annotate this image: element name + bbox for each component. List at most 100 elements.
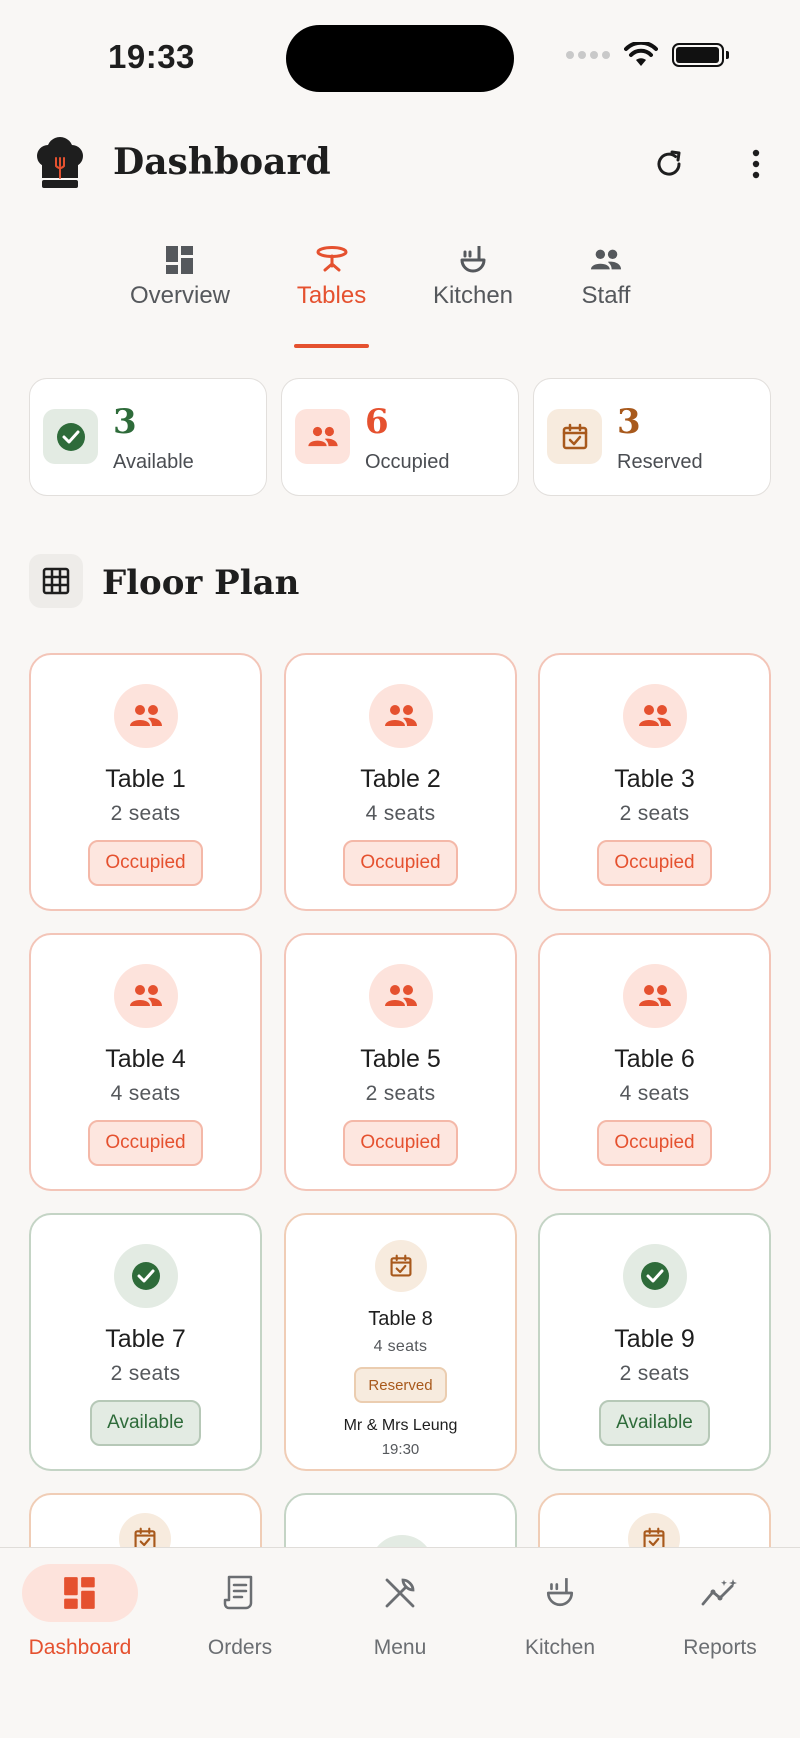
summary-label: Occupied bbox=[365, 451, 450, 473]
nav-kitchen[interactable]: Kitchen bbox=[480, 1548, 640, 1688]
people-icon bbox=[295, 409, 350, 464]
table-seats: 2 seats bbox=[365, 1082, 436, 1105]
nav-label: Menu bbox=[373, 1636, 427, 1659]
people-icon bbox=[368, 684, 433, 748]
wifi-icon bbox=[624, 42, 658, 66]
summary-count: 3 bbox=[617, 402, 641, 442]
reservation-guest: Mr & Mrs Leung bbox=[343, 1417, 458, 1434]
people-icon bbox=[622, 684, 687, 748]
bottom-nav: Dashboard Orders Menu Kitchen Reports bbox=[0, 1547, 800, 1738]
people-icon bbox=[368, 964, 433, 1028]
status-time: 19:33 bbox=[108, 38, 195, 75]
summary-card-reserved: 3 Reserved bbox=[533, 378, 771, 496]
table-card-5[interactable]: Table 5 2 seats Occupied bbox=[284, 933, 517, 1191]
table-card-8[interactable]: Table 8 4 seats Reserved Mr & Mrs Leung … bbox=[284, 1213, 517, 1471]
calendar-check-icon bbox=[374, 1240, 427, 1292]
people-icon bbox=[590, 244, 622, 276]
table-seats: 2 seats bbox=[619, 1362, 690, 1385]
table-seats: 4 seats bbox=[110, 1082, 181, 1105]
table-seats: 4 seats bbox=[619, 1082, 690, 1105]
status-badge: Occupied bbox=[343, 840, 458, 886]
tab-staff[interactable]: Staff bbox=[566, 244, 646, 348]
status-badge: Available bbox=[599, 1400, 710, 1446]
tab-label: Staff bbox=[581, 282, 631, 309]
tab-tables[interactable]: Tables bbox=[280, 244, 383, 348]
table-name: Table 8 bbox=[368, 1308, 433, 1330]
reservation-time: 19:30 bbox=[381, 1441, 420, 1458]
page-title: Dashboard bbox=[113, 141, 331, 183]
table-card-9[interactable]: Table 9 2 seats Available bbox=[538, 1213, 771, 1471]
status-badge: Occupied bbox=[597, 840, 712, 886]
dashboard-grid-icon bbox=[164, 244, 196, 276]
table-card-3[interactable]: Table 3 2 seats Occupied bbox=[538, 653, 771, 911]
status-badge: Available bbox=[90, 1400, 201, 1446]
table-name: Table 9 bbox=[614, 1325, 695, 1353]
ladle-icon bbox=[502, 1564, 618, 1622]
people-icon bbox=[113, 684, 178, 748]
people-icon bbox=[113, 964, 178, 1028]
check-circle-icon bbox=[622, 1244, 687, 1308]
table-card-4[interactable]: Table 4 4 seats Occupied bbox=[29, 933, 262, 1191]
table-card-2[interactable]: Table 2 4 seats Occupied bbox=[284, 653, 517, 911]
calendar-check-icon bbox=[547, 409, 602, 464]
nav-dashboard[interactable]: Dashboard bbox=[0, 1548, 160, 1688]
table-card-1[interactable]: Table 1 2 seats Occupied bbox=[29, 653, 262, 911]
tab-overview[interactable]: Overview bbox=[120, 244, 240, 348]
summary-label: Available bbox=[113, 451, 194, 473]
active-tab-indicator bbox=[294, 344, 369, 348]
cellular-signal-icon bbox=[566, 51, 610, 59]
table-seats: 4 seats bbox=[365, 802, 436, 825]
refresh-button[interactable] bbox=[645, 140, 693, 188]
chef-hat-icon bbox=[32, 136, 88, 192]
nav-label: Orders bbox=[207, 1636, 273, 1659]
nav-reports[interactable]: Reports bbox=[640, 1548, 800, 1688]
table-icon bbox=[316, 244, 348, 276]
tab-label: Kitchen bbox=[432, 282, 514, 309]
nav-label: Kitchen bbox=[524, 1636, 596, 1659]
nav-label: Dashboard bbox=[28, 1636, 132, 1659]
more-options-button[interactable] bbox=[732, 140, 780, 188]
table-name: Table 5 bbox=[360, 1045, 441, 1073]
nav-menu[interactable]: Menu bbox=[320, 1548, 480, 1688]
chart-sparkle-icon bbox=[662, 1564, 778, 1622]
tab-label: Overview bbox=[129, 282, 231, 309]
check-circle-icon bbox=[43, 409, 98, 464]
status-badge: Occupied bbox=[88, 840, 203, 886]
table-seats: 2 seats bbox=[619, 802, 690, 825]
table-seats: 2 seats bbox=[110, 802, 181, 825]
dashboard-icon bbox=[22, 1564, 138, 1622]
utensils-icon bbox=[342, 1564, 458, 1622]
battery-icon bbox=[672, 43, 729, 67]
dynamic-island bbox=[286, 25, 514, 92]
table-card-6[interactable]: Table 6 4 seats Occupied bbox=[538, 933, 771, 1191]
tab-kitchen[interactable]: Kitchen bbox=[422, 244, 524, 348]
summary-label: Reserved bbox=[617, 451, 703, 473]
status-badge: Reserved bbox=[354, 1367, 447, 1403]
status-icons bbox=[566, 42, 729, 68]
status-badge: Occupied bbox=[88, 1120, 203, 1166]
receipt-icon bbox=[182, 1564, 298, 1622]
table-seats: 4 seats bbox=[373, 1338, 428, 1355]
more-vertical-icon bbox=[752, 149, 760, 179]
tab-label: Tables bbox=[296, 282, 367, 309]
status-badge: Occupied bbox=[597, 1120, 712, 1166]
nav-orders[interactable]: Orders bbox=[160, 1548, 320, 1688]
table-name: Table 6 bbox=[614, 1045, 695, 1073]
summary-card-available: 3 Available bbox=[29, 378, 267, 496]
table-name: Table 7 bbox=[105, 1325, 186, 1353]
table-name: Table 4 bbox=[105, 1045, 186, 1073]
summary-count: 3 bbox=[113, 402, 137, 442]
summary-card-occupied: 6 Occupied bbox=[281, 378, 519, 496]
table-name: Table 3 bbox=[614, 765, 695, 793]
nav-label: Reports bbox=[683, 1636, 757, 1659]
refresh-icon bbox=[657, 150, 681, 176]
table-seats: 2 seats bbox=[110, 1362, 181, 1385]
table-card-7[interactable]: Table 7 2 seats Available bbox=[29, 1213, 262, 1471]
table-name: Table 2 bbox=[360, 765, 441, 793]
ladle-icon bbox=[457, 244, 489, 276]
people-icon bbox=[622, 964, 687, 1028]
section-title: Floor Plan bbox=[102, 563, 300, 603]
grid-icon bbox=[29, 554, 83, 608]
table-name: Table 1 bbox=[105, 765, 186, 793]
check-circle-icon bbox=[113, 1244, 178, 1308]
